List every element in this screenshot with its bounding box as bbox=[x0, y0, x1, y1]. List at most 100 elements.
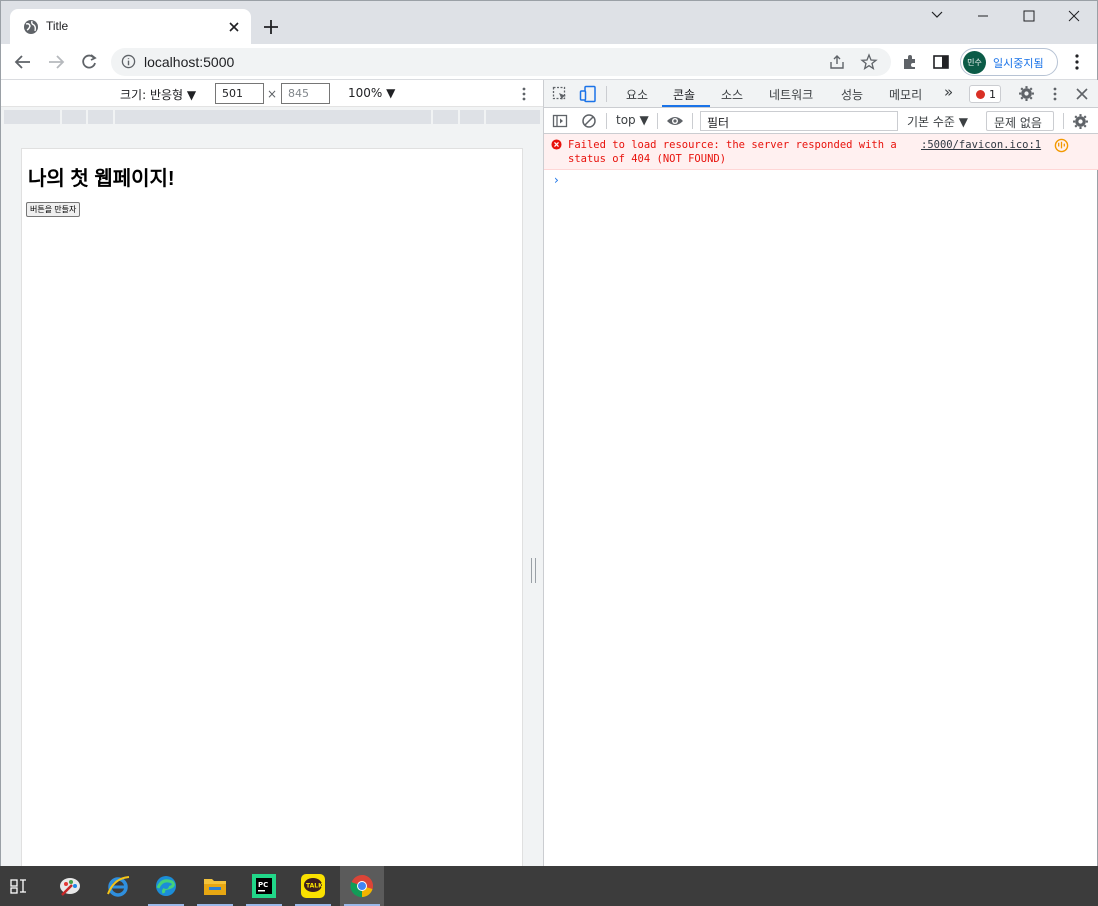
internet-explorer-icon bbox=[107, 876, 130, 897]
error-circle-icon bbox=[551, 139, 562, 150]
media-query-segment[interactable] bbox=[62, 110, 86, 124]
url-text: localhost:5000 bbox=[144, 54, 235, 70]
devtools-tab-bar: 요소 콘솔 소스 네트워크 성능 메모리 » 1 bbox=[544, 80, 1098, 108]
media-query-segment[interactable] bbox=[4, 110, 60, 124]
web-page: 나의 첫 웹페이지! 버튼을 만들자 bbox=[21, 148, 523, 867]
taskbar-app-kakaotalk[interactable]: TALK bbox=[291, 866, 335, 906]
profile-status: 일시중지됨 bbox=[993, 57, 1044, 70]
devtools-menu-icon[interactable] bbox=[1047, 86, 1063, 102]
tab-memory[interactable]: 메모리 bbox=[889, 86, 922, 103]
taskbar-app-explorer[interactable] bbox=[193, 866, 237, 906]
log-level-select[interactable]: 기본 수준 ▼ bbox=[907, 113, 968, 130]
error-text: Failed to load resource: the server resp… bbox=[568, 139, 897, 165]
info-icon[interactable] bbox=[121, 54, 136, 69]
task-view-icon bbox=[10, 879, 26, 894]
share-icon[interactable] bbox=[828, 53, 846, 71]
taskbar-app-pycharm[interactable]: PC bbox=[242, 866, 286, 906]
minimize-icon[interactable] bbox=[960, 1, 1006, 31]
browser-window: Title localhost:5000 민수 일시중지됨 크기: 반응형 ▼ bbox=[0, 0, 1098, 867]
divider bbox=[692, 113, 693, 129]
kakaotalk-icon: TALK bbox=[301, 874, 325, 898]
page-heading: 나의 첫 웹페이지! bbox=[28, 168, 175, 190]
globe-icon bbox=[24, 20, 38, 34]
console-prompt[interactable]: › bbox=[554, 173, 559, 187]
taskbar: PC TALK bbox=[0, 866, 1098, 906]
reload-icon[interactable] bbox=[79, 52, 99, 72]
media-query-segment[interactable] bbox=[115, 110, 431, 124]
error-count-badge[interactable]: 1 bbox=[969, 85, 1001, 103]
profile-button[interactable]: 민수 일시중지됨 bbox=[960, 48, 1058, 76]
close-tab-icon[interactable] bbox=[225, 18, 243, 36]
tab-sources[interactable]: 소스 bbox=[721, 86, 743, 103]
folder-icon bbox=[204, 879, 226, 895]
side-panel-icon[interactable] bbox=[931, 52, 951, 72]
console-settings-icon[interactable] bbox=[1072, 113, 1089, 130]
tab-strip: Title bbox=[1, 1, 1097, 44]
tab-elements[interactable]: 요소 bbox=[626, 86, 648, 103]
menu-kebab-icon[interactable] bbox=[1067, 52, 1087, 72]
filter-input[interactable]: 필터 bbox=[700, 111, 898, 131]
new-tab-icon[interactable] bbox=[259, 15, 283, 39]
inspect-element-icon[interactable] bbox=[552, 86, 568, 102]
media-query-segment[interactable] bbox=[486, 110, 540, 124]
divider bbox=[1063, 113, 1064, 129]
back-icon[interactable] bbox=[13, 52, 33, 72]
device-viewport-area: 크기: 반응형 ▼ 501 × 845 100% ▼ 나의 첫 웹페이지! 버튼… bbox=[1, 80, 543, 867]
taskbar-app-chrome[interactable] bbox=[340, 866, 384, 906]
devtools-panel: 요소 콘솔 소스 네트워크 성능 메모리 » 1 top ▼ 필터 기본 수준 … bbox=[543, 80, 1098, 867]
error-source-link[interactable]: :5000/favicon.ico:1 bbox=[921, 139, 1041, 151]
taskbar-app-edge[interactable] bbox=[144, 866, 188, 906]
tab-label: Title bbox=[46, 19, 69, 33]
close-devtools-icon[interactable] bbox=[1074, 86, 1090, 102]
task-view-button[interactable] bbox=[0, 866, 44, 906]
height-input[interactable]: 845 bbox=[281, 83, 330, 104]
clear-console-icon[interactable] bbox=[581, 113, 597, 129]
zoom-select[interactable]: 100% ▼ bbox=[348, 86, 395, 100]
device-size-select[interactable]: 크기: 반응형 ▼ bbox=[120, 86, 196, 103]
svg-text:PC: PC bbox=[258, 881, 268, 889]
media-query-segment[interactable] bbox=[433, 110, 458, 124]
avatar: 민수 bbox=[963, 51, 986, 74]
browser-toolbar: localhost:5000 민수 일시중지됨 bbox=[1, 44, 1097, 80]
tab-search-icon[interactable] bbox=[914, 1, 960, 31]
divider bbox=[606, 113, 607, 129]
pycharm-icon: PC bbox=[252, 874, 276, 898]
resize-handle[interactable] bbox=[531, 558, 536, 583]
edge-icon bbox=[156, 876, 176, 896]
more-tabs-chevron[interactable]: » bbox=[944, 83, 953, 101]
issue-link-icon[interactable] bbox=[1054, 138, 1069, 153]
extensions-icon[interactable] bbox=[900, 52, 920, 72]
tab-title[interactable]: Title bbox=[10, 9, 251, 44]
maximize-icon[interactable] bbox=[1006, 1, 1052, 31]
error-icon bbox=[976, 90, 985, 99]
times-sign: × bbox=[267, 87, 278, 101]
forward-icon[interactable] bbox=[46, 52, 66, 72]
tab-performance[interactable]: 성능 bbox=[841, 86, 863, 103]
page-button[interactable]: 버튼을 만들자 bbox=[26, 202, 81, 217]
tab-network[interactable]: 네트워크 bbox=[769, 86, 813, 103]
active-tab-indicator bbox=[662, 105, 710, 107]
taskbar-app-ie[interactable] bbox=[96, 866, 140, 906]
more-options-icon[interactable] bbox=[516, 86, 532, 102]
live-expression-eye-icon[interactable] bbox=[666, 113, 684, 129]
media-query-segment[interactable] bbox=[460, 110, 484, 124]
device-toolbar: 크기: 반응형 ▼ 501 × 845 100% ▼ bbox=[1, 80, 543, 107]
width-input[interactable]: 501 bbox=[215, 83, 264, 104]
paint-app-icon bbox=[60, 878, 80, 896]
close-window-icon[interactable] bbox=[1051, 1, 1097, 31]
media-query-bar[interactable] bbox=[4, 110, 540, 124]
taskbar-app-paint[interactable] bbox=[48, 866, 92, 906]
bookmark-star-icon[interactable] bbox=[860, 53, 878, 71]
sidebar-toggle-icon[interactable] bbox=[552, 113, 568, 129]
issues-button[interactable]: 문제 없음 bbox=[986, 111, 1054, 131]
media-query-segment[interactable] bbox=[88, 110, 113, 124]
device-toolbar-icon[interactable] bbox=[579, 85, 597, 103]
console-toolbar: top ▼ 필터 기본 수준 ▼ 문제 없음 bbox=[544, 108, 1098, 134]
address-bar[interactable]: localhost:5000 bbox=[111, 48, 891, 76]
divider bbox=[606, 86, 607, 102]
console-error-message: Failed to load resource: the server resp… bbox=[544, 134, 1098, 170]
chrome-icon bbox=[350, 875, 373, 898]
tab-console[interactable]: 콘솔 bbox=[673, 86, 695, 103]
context-select[interactable]: top ▼ bbox=[616, 113, 649, 127]
settings-gear-icon[interactable] bbox=[1018, 85, 1035, 102]
